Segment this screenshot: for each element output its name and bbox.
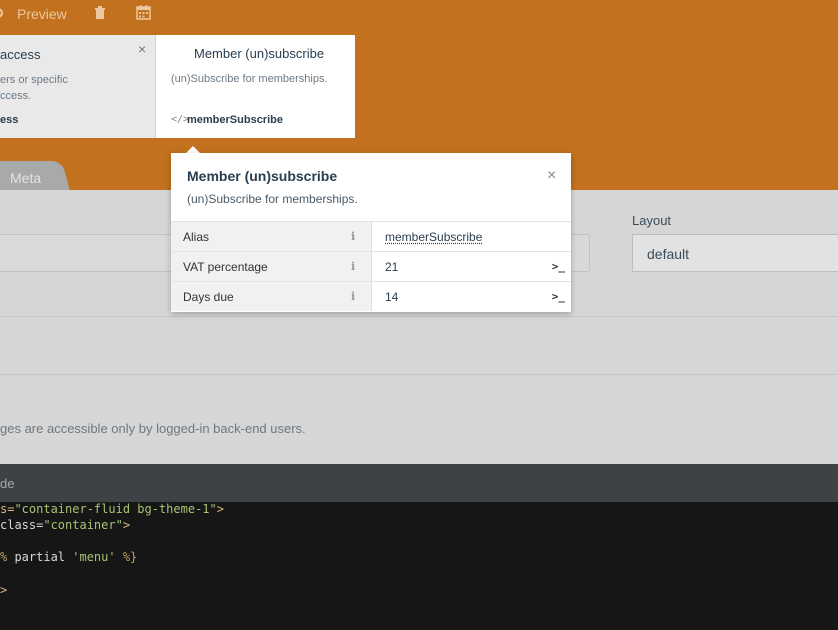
settings-button[interactable] <box>0 6 6 20</box>
layout-select[interactable]: default <box>632 234 838 272</box>
terminal-icon[interactable]: >_ <box>552 260 565 273</box>
gear-icon <box>0 8 3 18</box>
close-icon[interactable]: × <box>547 167 556 185</box>
preview-button[interactable]: Preview <box>17 6 67 22</box>
code-line: class="container"> <box>0 518 131 532</box>
code-line: s="container-fluid bg-theme-1"> <box>0 502 224 516</box>
popover-desc: (un)Subscribe for memberships. <box>187 192 358 206</box>
calendar-icon <box>136 5 151 20</box>
property-row-days-due: Days due i 14 >_ <box>171 281 571 311</box>
delete-button[interactable] <box>94 6 106 20</box>
layout-label: Layout <box>632 213 672 228</box>
property-value-vat[interactable]: 21 >_ <box>372 252 571 281</box>
property-name: Days due i <box>171 282 372 311</box>
divider <box>0 316 838 317</box>
trash-icon <box>95 6 105 19</box>
preview-label: Preview <box>17 6 67 22</box>
code-line: % partial 'menu' %} <box>0 550 138 564</box>
divider <box>0 374 838 375</box>
property-value-alias[interactable]: memberSubscribe <box>372 222 571 251</box>
component-alias: memberSubscribe <box>187 114 283 126</box>
hidden-hint: ges are accessible only by logged-in bac… <box>0 421 306 436</box>
property-table: Alias i memberSubscribe VAT percentage i… <box>171 221 571 311</box>
component-inspector-popover: Member (un)subscribe × (un)Subscribe for… <box>171 153 571 312</box>
component-desc: (un)Subscribe for memberships. <box>171 73 328 85</box>
component-desc-line2: ccess. <box>0 90 32 102</box>
property-name: Alias i <box>171 222 372 251</box>
info-icon[interactable]: i <box>351 230 355 243</box>
layout-value: default <box>647 246 690 262</box>
code-panel-label: de <box>0 476 15 491</box>
component-desc-line1: ers or specific <box>0 74 68 86</box>
tab-meta-label[interactable]: Meta <box>10 170 41 186</box>
info-icon[interactable]: i <box>351 260 355 273</box>
code-line: > <box>0 583 8 597</box>
component-title: access <box>0 47 41 62</box>
component-card-member-subscribe[interactable]: Member (un)subscribe (un)Subscribe for m… <box>156 35 355 138</box>
schedule-button[interactable] <box>136 5 151 20</box>
property-name: VAT percentage i <box>171 252 372 281</box>
close-icon[interactable]: × <box>138 41 146 57</box>
component-title: Member (un)subscribe <box>194 46 325 61</box>
property-row-alias: Alias i memberSubscribe <box>171 221 571 251</box>
popover-title: Member (un)subscribe <box>187 168 338 184</box>
component-card-access[interactable]: access × ers or specific ccess. ess <box>0 35 156 138</box>
component-alias: ess <box>0 114 19 126</box>
property-row-vat: VAT percentage i 21 >_ <box>171 251 571 281</box>
terminal-icon[interactable]: >_ <box>552 290 565 303</box>
code-editor[interactable]: s="container-fluid bg-theme-1"> class="c… <box>0 502 838 630</box>
info-icon[interactable]: i <box>351 290 355 303</box>
code-panel-header[interactable] <box>0 464 838 502</box>
property-value-days-due[interactable]: 14 >_ <box>372 282 571 311</box>
